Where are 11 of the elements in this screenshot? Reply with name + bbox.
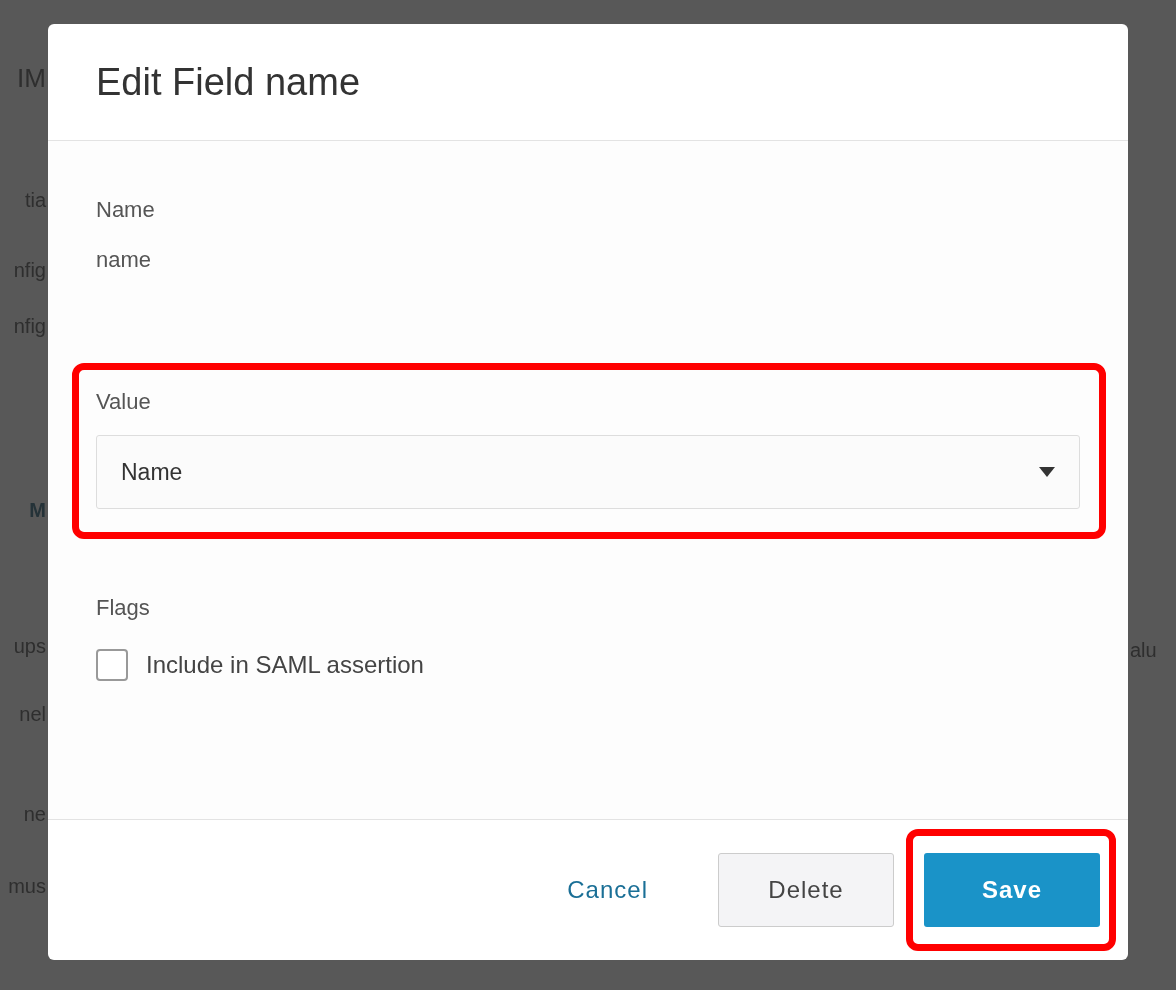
field-label: Name bbox=[96, 197, 156, 223]
value-dropdown[interactable]: Name bbox=[96, 435, 1080, 509]
delete-button[interactable]: Delete bbox=[718, 853, 894, 927]
field-value: name bbox=[96, 247, 153, 273]
caret-icon bbox=[1039, 467, 1055, 477]
dialog-title: Edit Field name bbox=[96, 60, 360, 104]
field-label: Flags bbox=[96, 595, 151, 621]
field-label: Value bbox=[96, 389, 151, 414]
checkbox[interactable] bbox=[96, 649, 128, 681]
checkbox-label: Include in SAML assertion bbox=[146, 651, 424, 679]
cancel-link[interactable]: Cancel bbox=[527, 853, 688, 927]
